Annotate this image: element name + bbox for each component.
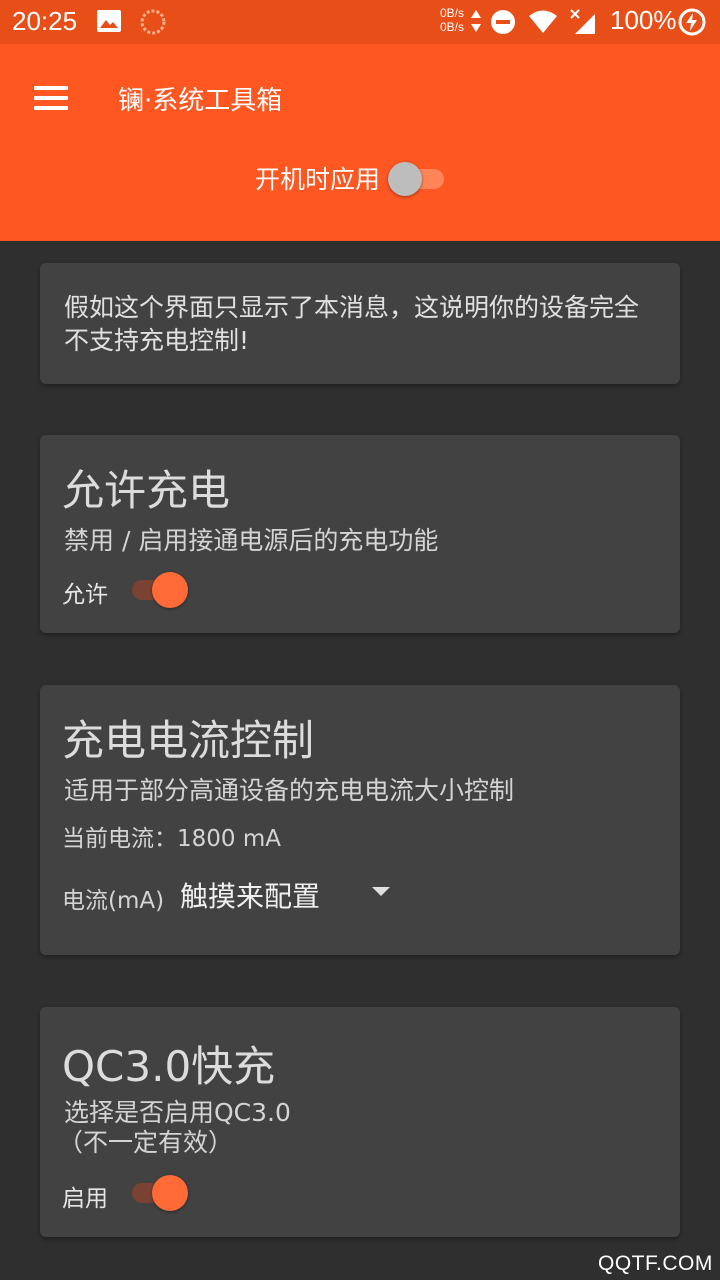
allow-charge-switch-label: 允许 bbox=[62, 582, 108, 608]
dnd-icon bbox=[491, 10, 515, 34]
status-time: 20:25 bbox=[12, 6, 78, 36]
status-bar: 20:25 0B/s 0B/s 100% bbox=[0, 0, 720, 44]
image-icon bbox=[97, 10, 121, 32]
net-down-speed: 0B/s bbox=[440, 20, 465, 34]
qc3-desc-line1: 选择是否启用QC3.0 bbox=[64, 1098, 291, 1127]
signal-icon bbox=[570, 9, 595, 34]
allow-charge-desc: 禁用 / 启用接通电源后的充电功能 bbox=[64, 526, 439, 555]
data-arrows-icon bbox=[471, 10, 481, 32]
qc3-switch[interactable] bbox=[132, 1173, 192, 1211]
current-select-value: 触摸来配置 bbox=[180, 880, 321, 913]
app-title: 镧·系统工具箱 bbox=[118, 86, 283, 116]
qc3-desc-line2: （不一定有效） bbox=[58, 1128, 234, 1157]
notice-card: 假如这个界面只显示了本消息，这说明你的设备完全不支持充电控制! bbox=[40, 263, 680, 384]
switch-thumb bbox=[152, 1175, 188, 1211]
qc3-card: QC3.0快充 选择是否启用QC3.0 （不一定有效） 启用 bbox=[40, 1007, 680, 1237]
current-select[interactable]: 触摸来配置 bbox=[180, 871, 400, 915]
wifi-icon bbox=[529, 10, 557, 33]
menu-button[interactable] bbox=[34, 86, 68, 112]
switch-thumb bbox=[152, 572, 188, 608]
notice-text: 假如这个界面只显示了本消息，这说明你的设备完全不支持充电控制! bbox=[64, 293, 640, 355]
network-speed: 0B/s 0B/s bbox=[440, 6, 464, 34]
watermark: QQTF.COM bbox=[598, 1252, 713, 1275]
hamburger-icon-bar bbox=[34, 96, 68, 100]
battery-level: 100% bbox=[610, 5, 677, 35]
hamburger-icon-bar bbox=[34, 106, 68, 110]
allow-charge-title: 允许充电 bbox=[62, 466, 231, 515]
allow-charge-switch[interactable] bbox=[132, 570, 192, 608]
hamburger-icon-bar bbox=[34, 86, 68, 90]
current-control-title: 充电电流控制 bbox=[62, 716, 315, 765]
current-control-card: 充电电流控制 适用于部分高通设备的充电电流大小控制 当前电流：1800 mA 电… bbox=[40, 685, 680, 955]
loading-icon bbox=[140, 9, 166, 35]
allow-charge-card: 允许充电 禁用 / 启用接通电源后的充电功能 允许 bbox=[40, 435, 680, 633]
current-value-text: 当前电流：1800 mA bbox=[62, 826, 281, 852]
switch-thumb bbox=[388, 162, 422, 196]
chevron-down-icon bbox=[372, 887, 390, 896]
qc3-title: QC3.0快充 bbox=[62, 1042, 276, 1091]
charging-icon bbox=[678, 8, 706, 36]
qc3-switch-label: 启用 bbox=[62, 1186, 108, 1212]
current-field-label: 电流(mA) bbox=[62, 888, 165, 914]
app-bar: 镧·系统工具箱 开机时应用 bbox=[0, 44, 720, 241]
current-control-desc: 适用于部分高通设备的充电电流大小控制 bbox=[64, 776, 515, 805]
net-up-speed: 0B/s bbox=[440, 6, 465, 20]
boot-apply-switch[interactable] bbox=[388, 160, 448, 196]
boot-apply-label: 开机时应用 bbox=[255, 165, 381, 194]
